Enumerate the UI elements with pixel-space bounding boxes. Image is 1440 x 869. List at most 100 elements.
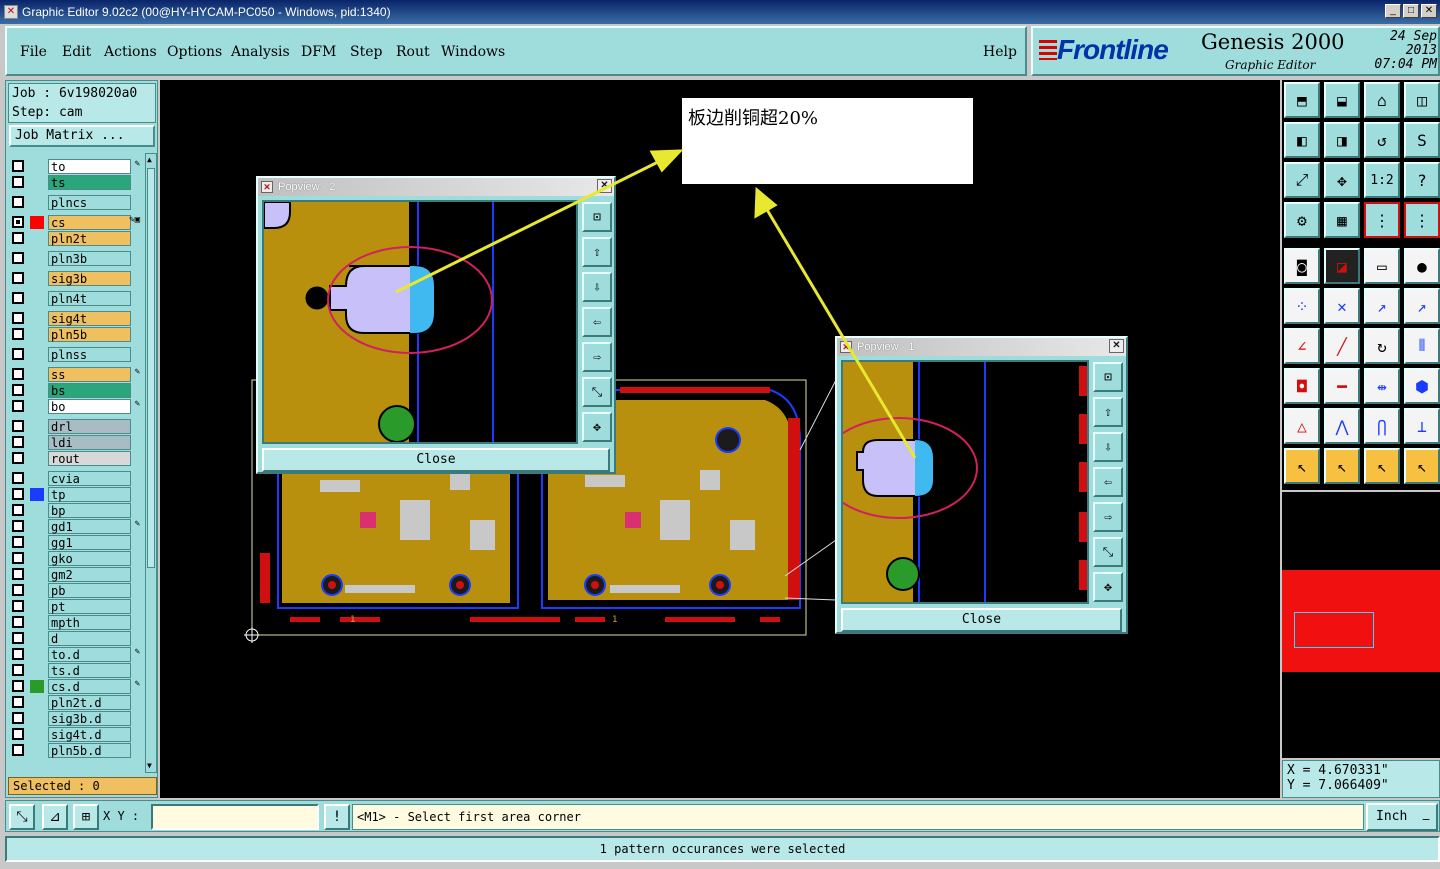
menu-edit[interactable]: Edit [62, 44, 91, 60]
layer-checkbox[interactable] [12, 252, 24, 264]
layer-row-ts[interactable]: ts [10, 175, 144, 190]
layer-checkbox[interactable] [12, 368, 24, 380]
layer-checkbox[interactable] [12, 488, 24, 500]
layer-row-gg1[interactable]: gg1 [10, 535, 144, 550]
popview-1-pan-right-icon[interactable]: ⇨ [1093, 502, 1123, 532]
layer-name[interactable]: ss [48, 367, 131, 382]
pan-left-icon[interactable]: ◧ [1284, 122, 1320, 158]
layer-name[interactable]: sig4t [48, 311, 131, 326]
grid-snap-icon[interactable]: ⊞ [73, 804, 99, 830]
layer-name[interactable]: plncs [48, 195, 131, 210]
menu-help[interactable]: Help [983, 44, 1017, 60]
layer-row-gko[interactable]: gko [10, 551, 144, 566]
draw-line-icon[interactable]: ╱ [1324, 328, 1360, 364]
layer-checkbox[interactable] [12, 328, 24, 340]
layer-checkbox[interactable] [12, 216, 24, 228]
popview-1-zoom-out-icon[interactable]: ✥ [1093, 572, 1123, 602]
layer-row-pb[interactable]: pb [10, 583, 144, 598]
menu-step[interactable]: Step [350, 44, 382, 60]
alert-icon[interactable]: ! [324, 804, 350, 830]
xy-input[interactable] [151, 804, 319, 830]
popview-2-titlebar[interactable]: ✕ Popview - 2 ✕ [258, 178, 614, 196]
layer-checkbox[interactable] [12, 384, 24, 396]
layer-checkbox[interactable] [12, 348, 24, 360]
popview-1-zoom-in-icon[interactable]: ⤡ [1093, 537, 1123, 567]
layer-checkbox[interactable] [12, 632, 24, 644]
popview-1-zoom-fit-icon[interactable]: ⊡ [1093, 362, 1123, 392]
layer-checkbox[interactable] [12, 584, 24, 596]
layer-checkbox[interactable] [12, 600, 24, 612]
layer-checkbox[interactable] [12, 744, 24, 756]
grid-icon[interactable]: ▦ [1324, 202, 1360, 238]
layer-checkbox[interactable] [12, 272, 24, 284]
split-line-icon[interactable]: ━ [1324, 368, 1360, 404]
triangle-icon[interactable]: △ [1284, 408, 1320, 444]
undo-view-icon[interactable]: ↺ [1364, 122, 1400, 158]
scroll-thumb[interactable] [147, 168, 155, 568]
layer-row-cs-d[interactable]: cs.d ✎ [10, 679, 144, 694]
layer-name[interactable]: ldi [48, 435, 131, 450]
layer-checkbox[interactable] [12, 400, 24, 412]
overview-map[interactable] [1282, 492, 1440, 758]
route-icon[interactable]: ↗ [1364, 288, 1400, 324]
layer-name[interactable]: bs [48, 383, 131, 398]
popview-1-window[interactable]: ✕ Popview - 1 ✕ ⊡ ⇧ ⇩ ⇦ ⇨ ⤡ ✥ Close [835, 336, 1128, 634]
layer-row-pln5b[interactable]: pln5b [10, 327, 144, 342]
settings-icon[interactable]: ⚙ [1284, 202, 1320, 238]
popview-2-pan-right-icon[interactable]: ⇨ [582, 342, 612, 372]
layer-row-sig3b[interactable]: sig3b [10, 271, 144, 286]
layer-name[interactable]: gm2 [48, 567, 131, 582]
close-icon[interactable]: ✕ [1109, 339, 1124, 353]
layer-checkbox[interactable] [12, 552, 24, 564]
layer-row-to[interactable]: to ✎ [10, 159, 144, 174]
add-pad-icon[interactable]: ◙ [1284, 248, 1320, 284]
layer-name[interactable]: to [48, 159, 131, 174]
measure-icon[interactable]: ▭ [1364, 248, 1400, 284]
layer-name[interactable]: gko [48, 551, 131, 566]
zoom-window-icon[interactable]: ⤡ [9, 804, 35, 830]
layer-row-tp[interactable]: tp [10, 487, 144, 502]
node-icon[interactable]: ◘ [1284, 368, 1320, 404]
layer-name[interactable]: ts [48, 175, 131, 190]
layer-name[interactable]: pln2t [48, 231, 131, 246]
layer-checkbox[interactable] [12, 176, 24, 188]
layer-name[interactable]: sig4t.d [48, 727, 131, 742]
help-icon[interactable]: ? [1404, 162, 1440, 198]
menu-file[interactable]: File [20, 44, 47, 60]
net-icon[interactable]: ⋮ [1364, 202, 1400, 238]
popview-1-pan-up-icon[interactable]: ⇧ [1093, 397, 1123, 427]
layer-row-pln2t-d[interactable]: pln2t.d [10, 695, 144, 710]
popview-1-pan-left-icon[interactable]: ⇦ [1093, 467, 1123, 497]
layer-row-rout[interactable]: rout [10, 451, 144, 466]
layer-name[interactable]: cs.d [48, 679, 131, 694]
job-matrix-button[interactable]: Job Matrix ... [9, 125, 155, 147]
layer-up-icon[interactable]: ⬒ [1284, 82, 1320, 118]
layer-row-sig3b-d[interactable]: sig3b.d [10, 711, 144, 726]
cross-icon[interactable]: ✕ [1324, 288, 1360, 324]
layer-row-pt[interactable]: pt [10, 599, 144, 614]
menu-actions[interactable]: Actions [104, 44, 157, 60]
layer-row-ldi[interactable]: ldi [10, 435, 144, 450]
angle-icon[interactable]: ∠ [1284, 328, 1320, 364]
layer-name[interactable]: gg1 [48, 535, 131, 550]
layer-row-ts-d[interactable]: ts.d [10, 663, 144, 678]
peak-icon[interactable]: ⋀ [1324, 408, 1360, 444]
layer-checkbox[interactable] [12, 616, 24, 628]
layer-checkbox[interactable] [12, 292, 24, 304]
menu-rout[interactable]: Rout [396, 44, 430, 60]
close-icon[interactable]: ✕ [597, 179, 612, 193]
close-window-button[interactable]: ✕ [1421, 4, 1437, 18]
layer-checkbox[interactable] [12, 160, 24, 172]
layer-name[interactable]: mpth [48, 615, 131, 630]
layer-down-icon[interactable]: ⬓ [1324, 82, 1360, 118]
layer-checkbox[interactable] [12, 312, 24, 324]
layer-name[interactable]: ts.d [48, 663, 131, 678]
popview-1-pan-down-icon[interactable]: ⇩ [1093, 432, 1123, 462]
popview-2-zoom-in-icon[interactable]: ⤡ [582, 377, 612, 407]
layer-row-sig4t[interactable]: sig4t [10, 311, 144, 326]
layer-row-bs[interactable]: bs [10, 383, 144, 398]
layer-name[interactable]: pln3b [48, 251, 131, 266]
route-pad-icon[interactable]: ↗ [1404, 288, 1440, 324]
maximize-button[interactable]: □ [1403, 4, 1419, 18]
layer-row-pln4t[interactable]: pln4t [10, 291, 144, 306]
